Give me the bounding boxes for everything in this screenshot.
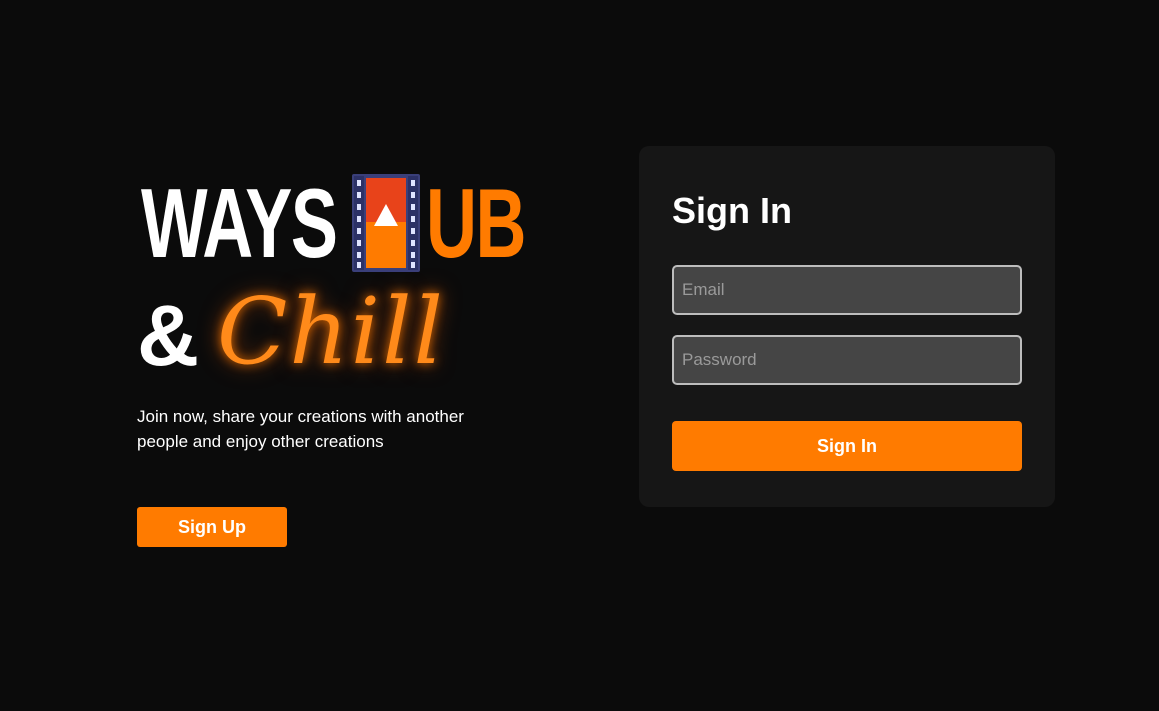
sign-up-button[interactable]: Sign Up	[137, 507, 287, 547]
sign-in-card: Sign In Sign In	[639, 146, 1055, 507]
sign-in-title: Sign In	[672, 190, 792, 231]
film-strip-play-icon	[352, 174, 420, 272]
logo-word-ub: UB	[426, 168, 526, 278]
logo-script-chill: Chill	[217, 278, 445, 385]
brand-section: WAYS UB & Chill	[137, 170, 537, 398]
landing-page: WAYS UB & Chill Join now, share your cre…	[0, 0, 1159, 711]
logo-bottom-row: & Chill	[137, 278, 537, 398]
password-field[interactable]	[672, 335, 1022, 385]
tagline: Join now, share your creations with anot…	[137, 407, 464, 451]
logo-ampersand: &	[137, 288, 200, 384]
sign-in-button[interactable]: Sign In	[672, 421, 1022, 471]
logo-top-row: WAYS UB	[137, 170, 537, 276]
email-field[interactable]	[672, 265, 1022, 315]
logo-word-ways: WAYS	[141, 168, 338, 278]
